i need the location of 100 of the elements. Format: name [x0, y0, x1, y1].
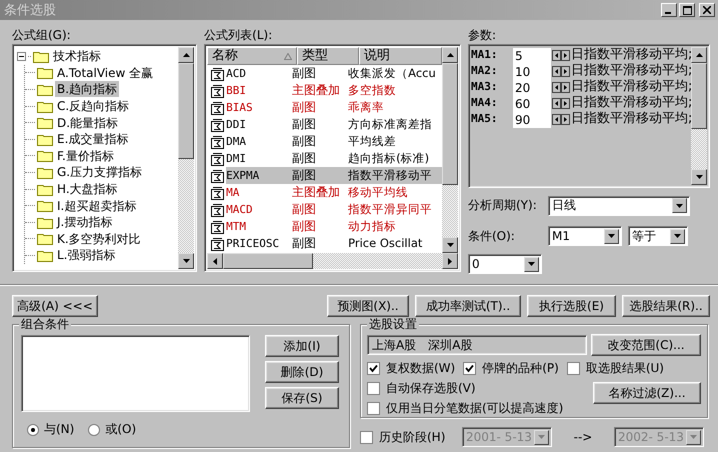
formula-type: 副图	[291, 201, 318, 218]
condition-list[interactable]	[21, 335, 250, 412]
action-button[interactable]: 执行选股(E)	[527, 295, 616, 317]
param-input[interactable]: 20	[513, 80, 551, 96]
formula-description: 指数平滑移动平	[346, 167, 442, 184]
option-checkbox[interactable]: 自动保存选股(V)	[367, 378, 559, 398]
dropdown-arrow-icon	[528, 262, 535, 266]
dropdown-arrow-icon	[690, 435, 697, 439]
formula-name[interactable]: MTM	[226, 218, 290, 235]
close-icon	[703, 6, 711, 14]
tree-item[interactable]: A.TotalView 全赢	[55, 64, 156, 81]
action-button[interactable]: 删除(D)	[265, 361, 339, 383]
sigma-icon	[210, 66, 226, 80]
option-checkbox[interactable]: 复权数据(W)	[367, 358, 456, 378]
action-button[interactable]: 选股结果(R)..	[622, 295, 710, 317]
collapse-icon[interactable]	[17, 52, 26, 61]
maximize-button[interactable]	[679, 3, 695, 17]
value-dropdown[interactable]: 0	[468, 254, 542, 274]
spin-button[interactable]	[551, 112, 571, 128]
column-header[interactable]: 名称	[207, 47, 298, 65]
formula-name[interactable]: BBI	[226, 82, 290, 99]
folder-icon	[37, 66, 53, 80]
range-display: 上海A股 深圳A股	[367, 335, 587, 355]
tree-item[interactable]: I.超买超卖指标	[55, 198, 138, 214]
folder-icon	[37, 100, 53, 113]
up-arrow-icon	[182, 53, 190, 57]
tree-item[interactable]: K.多空势利对比	[55, 230, 143, 247]
tree-item[interactable]: G.压力支撑指标	[55, 164, 144, 180]
column-header[interactable]: 说明	[359, 47, 442, 65]
scrollbar[interactable]	[178, 47, 194, 269]
option-checkbox[interactable]: 停牌的品种(P)	[463, 358, 559, 378]
action-button[interactable]: 成功率测试(T)..	[415, 295, 521, 317]
action-button[interactable]: 高级(A) <<<	[12, 295, 98, 317]
scrollbar[interactable]	[442, 47, 458, 253]
operator-dropdown[interactable]: 等于	[628, 226, 688, 246]
formula-name[interactable]: MA	[226, 184, 290, 201]
formula-type: 副图	[291, 133, 318, 150]
formula-name[interactable]: DDI	[226, 116, 290, 133]
tree-item[interactable]: J.摆动指标	[55, 214, 114, 230]
spin-button[interactable]	[551, 96, 571, 112]
sigma-icon	[210, 134, 226, 148]
spin-button[interactable]	[551, 64, 571, 80]
formula-name[interactable]: BIAS	[226, 99, 290, 116]
folder-icon	[37, 216, 53, 229]
formula-description: 多空指数	[347, 82, 398, 99]
param-description: 日指数平滑移动平均;	[571, 62, 691, 78]
formula-type: 主图叠加	[291, 82, 342, 99]
name-filter-button[interactable]: 名称过滤(Z)...	[593, 382, 701, 404]
formula-description: 收集派发（Accu	[347, 65, 437, 82]
folder-icon	[33, 50, 49, 63]
action-button[interactable]: 保存(S)	[265, 387, 339, 409]
minimize-button[interactable]	[661, 3, 677, 17]
formula-name[interactable]: MACD	[226, 201, 290, 218]
formula-type: 副图	[291, 235, 318, 252]
history-checkbox[interactable]: 历史阶段(H)	[360, 428, 462, 446]
period-dropdown[interactable]: 日线	[548, 196, 690, 216]
logic-radio[interactable]: 或(O)	[88, 421, 136, 438]
scrollbar[interactable]	[207, 253, 458, 269]
tree-item[interactable]: B.趋向指标	[55, 81, 120, 98]
tree-item[interactable]: H.大盘指标	[55, 181, 120, 198]
tree-item[interactable]: 技术指标	[51, 48, 103, 64]
param-input[interactable]: 90	[513, 112, 551, 128]
tree-item[interactable]: F.量价指标	[55, 148, 116, 164]
formula-description: 移动平均线	[347, 184, 410, 201]
param-input[interactable]: 10	[513, 64, 551, 80]
param-label: MA3:	[471, 80, 498, 94]
formula-name[interactable]: EXPMA	[226, 167, 290, 184]
spin-button[interactable]	[551, 48, 571, 64]
sigma-icon	[210, 152, 226, 166]
spin-arrows-icon	[552, 114, 570, 125]
formula-name[interactable]: PRICEOSC	[226, 235, 290, 252]
spin-arrows-icon	[552, 66, 570, 77]
logic-radio[interactable]: 与(N)	[27, 421, 74, 438]
param-input[interactable]: 5	[513, 48, 551, 64]
param-label: MA1:	[471, 48, 498, 62]
tree-item[interactable]: D.能量指标	[55, 114, 120, 131]
formula-name[interactable]: DMA	[226, 133, 290, 150]
period-label: 分析周期(Y):	[468, 197, 538, 214]
close-button[interactable]	[699, 3, 715, 17]
param-input[interactable]: 60	[513, 96, 551, 112]
formula-name[interactable]: ACD	[226, 65, 290, 82]
formula-name[interactable]: DMI	[226, 150, 290, 167]
operand-dropdown[interactable]: M1	[548, 226, 622, 246]
column-header[interactable]: 类型	[297, 47, 360, 65]
dropdown-arrow-icon	[538, 435, 545, 439]
formula-description: 方向标准离差指	[347, 116, 434, 133]
scrollbar[interactable]	[691, 46, 707, 185]
maximize-icon	[682, 6, 692, 14]
tree-item[interactable]: L.强弱指标	[55, 247, 118, 264]
spin-button[interactable]	[551, 80, 571, 96]
tree-item[interactable]: E.成交量指标	[55, 131, 130, 148]
down-arrow-icon	[696, 174, 702, 179]
folder-icon	[37, 166, 53, 179]
change-range-button[interactable]: 改变范围(C)...	[591, 334, 701, 356]
action-button[interactable]: 预测图(X)..	[327, 295, 409, 317]
dropdown-arrow-icon	[674, 234, 681, 238]
tree-item[interactable]: C.反趋向指标	[55, 98, 132, 114]
sigma-icon	[210, 236, 226, 250]
action-button[interactable]: 添加(I)	[265, 335, 339, 357]
option-checkbox[interactable]: 取选股结果(U)	[566, 358, 701, 378]
